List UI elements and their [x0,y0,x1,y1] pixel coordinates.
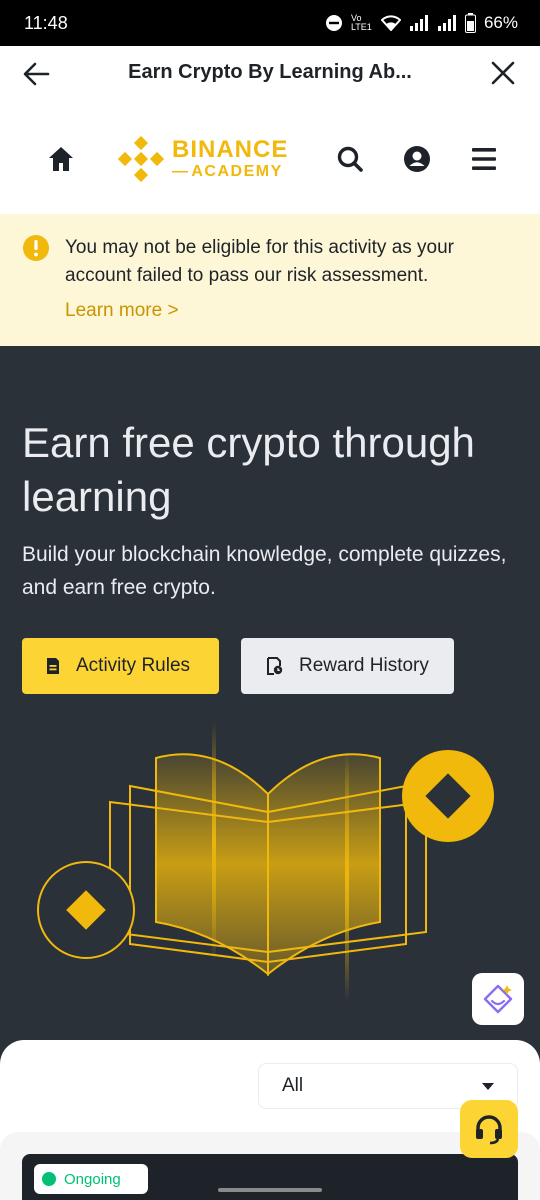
ai-assistant-button[interactable] [472,973,524,1025]
activity-rules-label: Activity Rules [76,655,191,676]
status-bar: 11:48 Vo LTE1 66% [0,0,540,46]
account-icon[interactable] [403,145,431,173]
binance-academy-logo[interactable]: BINANCE — ACADEMY [118,136,288,182]
chevron-down-icon [482,1083,494,1090]
open-book-illustration [37,722,494,1002]
risk-warning-banner: You may not be eligible for this activit… [0,214,540,346]
page-title: Earn Crypto By Learning Ab... [128,61,412,83]
dnd-icon [325,15,342,31]
headset-icon [476,1115,502,1145]
document-icon [47,658,59,674]
logo-text-academy: — ACADEMY [172,163,283,180]
close-icon[interactable] [490,60,516,86]
hero-section: Earn free crypto through learning Build … [0,346,540,1046]
battery-icon [464,13,476,33]
search-icon[interactable] [336,145,364,173]
logo-text-academy-label: ACADEMY [191,163,283,180]
site-header: BINANCE — ACADEMY [0,102,540,214]
reward-history-label: Reward History [299,655,429,676]
signal-icon-2 [437,15,456,31]
signal-icon [409,15,428,31]
history-icon [267,657,283,675]
learn-more-link[interactable]: Learn more > [65,300,179,322]
course-card[interactable]: Ongoing [22,1154,518,1200]
course-list-sheet: All Ongoing [0,1040,540,1200]
status-badge-label: Ongoing [64,1170,121,1188]
filter-selected-value: All [282,1075,304,1096]
customer-support-button[interactable] [460,1100,518,1158]
status-icons: Vo LTE1 66% [325,13,518,33]
menu-icon[interactable] [470,146,498,172]
battery-level: 66% [483,13,518,32]
home-icon[interactable] [46,144,76,174]
reward-history-button[interactable]: Reward History [241,638,454,694]
hero-subtitle: Build your blockchain knowledge, complet… [22,543,507,599]
ongoing-status-badge: Ongoing [34,1164,148,1194]
status-time: 11:48 [24,12,68,33]
top-nav: Earn Crypto By Learning Ab... [0,46,540,102]
wifi-icon [380,15,401,31]
home-indicator[interactable] [218,1188,322,1192]
ai-sparkle-icon [483,984,513,1014]
warning-icon [23,235,49,261]
network-label: Vo LTE1 [350,13,372,32]
logo-text-binance: BINANCE [172,136,289,163]
activity-rules-button[interactable]: Activity Rules [22,638,219,694]
hero-title: Earn free crypto through learning [22,419,475,520]
binance-logo-icon [118,136,164,182]
warning-message: You may not be eligible for this activit… [65,237,454,286]
status-dot-icon [42,1172,56,1186]
